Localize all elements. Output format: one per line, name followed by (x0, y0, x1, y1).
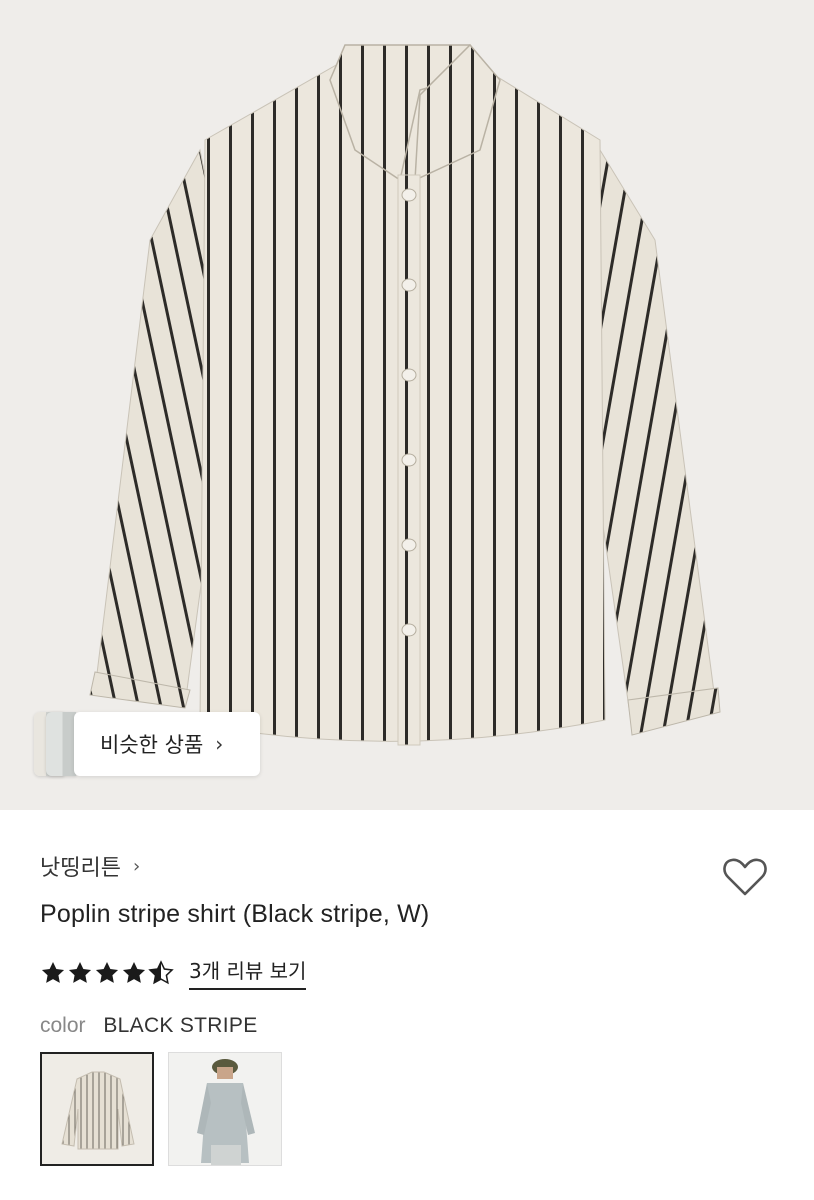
chevron-right-icon: › (132, 855, 141, 877)
product-hero-image[interactable]: 비슷한 상품 › (0, 0, 814, 810)
star-full-icon (122, 961, 146, 983)
model-thumbnail (169, 1053, 281, 1165)
star-full-icon (41, 961, 65, 983)
shirt-thumbnail (42, 1054, 152, 1164)
star-rating (40, 959, 175, 986)
heart-icon[interactable] (719, 850, 771, 902)
brand-name: 낫띵리튼 (40, 856, 121, 881)
swatch-shirt-flat[interactable] (40, 1052, 154, 1166)
product-title: Poplin stripe shirt (Black stripe, W) (40, 900, 430, 928)
swatch-model-wearing[interactable] (168, 1052, 282, 1166)
color-label: color (40, 1014, 86, 1037)
similar-products-button[interactable]: 비슷한 상품 › (32, 712, 260, 776)
star-full-icon (68, 961, 92, 983)
similar-products-label: 비슷한 상품 (100, 733, 204, 757)
shirt-photo (89, 43, 721, 746)
color-value: BLACK STRIPE (103, 1014, 258, 1037)
similar-thumb-2 (46, 712, 76, 776)
color-swatches (40, 1052, 296, 1166)
view-reviews-link[interactable]: 3개 리뷰 보기 (189, 955, 307, 990)
chevron-right-icon: › (215, 732, 224, 756)
rating-row: 3개 리뷰 보기 (40, 955, 307, 990)
star-half-icon (148, 959, 174, 984)
star-full-icon (95, 961, 119, 983)
similar-products-pill[interactable]: 비슷한 상품 › (74, 712, 260, 776)
brand-link[interactable]: 낫띵리튼 › (40, 850, 140, 882)
color-option-row: color BLACK STRIPE (40, 1014, 258, 1038)
